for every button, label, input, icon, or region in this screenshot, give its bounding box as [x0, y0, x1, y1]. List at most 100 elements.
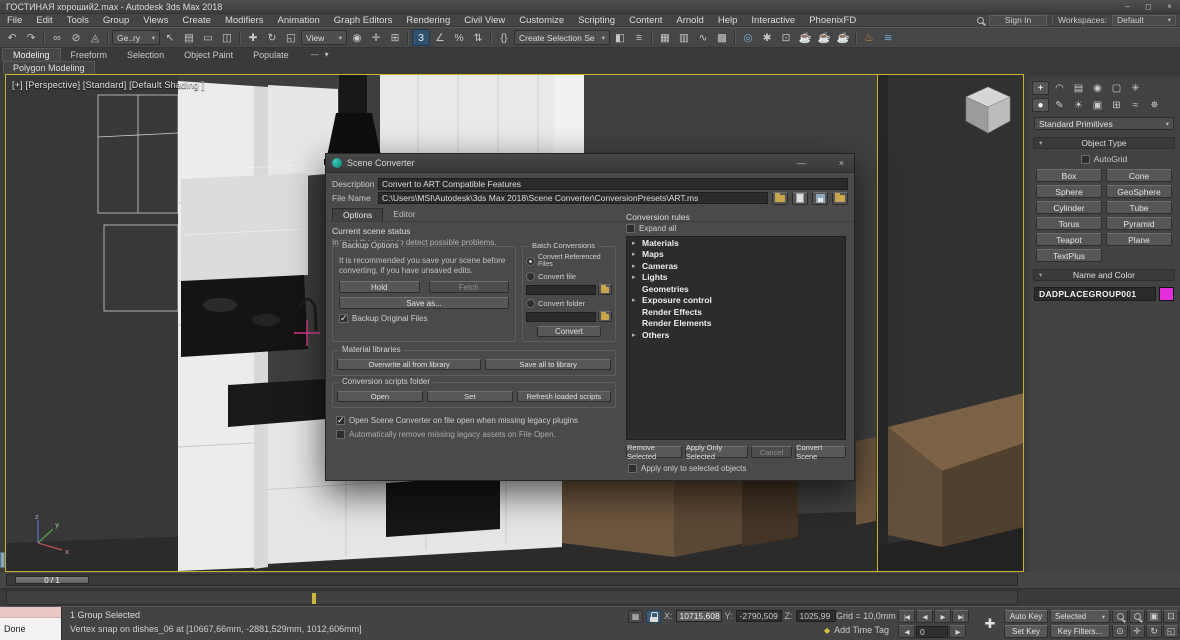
- mirror-icon[interactable]: ◧: [611, 29, 629, 46]
- utilities-tab-icon[interactable]: ✳: [1127, 81, 1144, 95]
- render-production-icon[interactable]: ☕: [796, 29, 814, 46]
- cameras-category-icon[interactable]: ▣: [1089, 98, 1106, 112]
- layer-explorer-icon[interactable]: ▦: [656, 29, 674, 46]
- secondary-viewport[interactable]: [877, 75, 1023, 571]
- modify-tab-icon[interactable]: ◠: [1051, 81, 1068, 95]
- ribbon-tab-modeling[interactable]: Modeling: [2, 48, 61, 61]
- close-icon[interactable]: ×: [1159, 0, 1180, 13]
- viewport-layout-tab-icon[interactable]: [0, 552, 5, 568]
- keyframe-marker[interactable]: [312, 593, 316, 604]
- zoom-icon[interactable]: [1112, 610, 1128, 623]
- tree-item-others[interactable]: ▸Others: [627, 329, 845, 341]
- curve-editor-icon[interactable]: ∿: [694, 29, 712, 46]
- track-bar-ruler[interactable]: [6, 590, 1018, 605]
- primitive-textplus-button[interactable]: TextPlus: [1036, 249, 1102, 262]
- render-iterative-icon[interactable]: ☕: [815, 29, 833, 46]
- convert-folder-radio[interactable]: [526, 299, 535, 308]
- unlink-selection-icon[interactable]: ⊘: [67, 29, 85, 46]
- new-preset-icon[interactable]: [792, 192, 808, 205]
- menu-file[interactable]: File: [0, 15, 29, 26]
- primitive-geosphere-button[interactable]: GeoSphere: [1106, 185, 1172, 198]
- tree-item-lights[interactable]: ▸Lights: [627, 272, 845, 284]
- menu-content[interactable]: Content: [622, 15, 669, 26]
- browse-folder-icon[interactable]: [772, 192, 788, 205]
- menu-interactive[interactable]: Interactive: [744, 15, 802, 26]
- previous-key-icon[interactable]: ◀: [898, 625, 915, 638]
- expand-arrow-icon[interactable]: ▸: [632, 296, 639, 304]
- go-to-start-icon[interactable]: |◀: [898, 610, 915, 623]
- scene-explorer-icon[interactable]: ▥: [675, 29, 693, 46]
- selection-filter-dropdown[interactable]: Ge..ry ▾: [112, 30, 160, 45]
- render-setup-icon[interactable]: ✱: [758, 29, 776, 46]
- select-object-icon[interactable]: ↖: [161, 29, 179, 46]
- refresh-scripts-button[interactable]: Refresh loaded scripts: [517, 391, 611, 402]
- convert-referenced-radio[interactable]: [526, 257, 535, 266]
- keyboard-override-icon[interactable]: ⊞: [386, 29, 404, 46]
- tree-item-maps[interactable]: ▸Maps: [627, 249, 845, 261]
- primitive-sphere-button[interactable]: Sphere: [1036, 185, 1102, 198]
- primitive-torus-button[interactable]: Torus: [1036, 217, 1102, 230]
- window-crossing-icon[interactable]: ◫: [218, 29, 236, 46]
- x-coordinate-field[interactable]: 10715,608: [676, 610, 722, 622]
- menu-civil-view[interactable]: Civil View: [457, 15, 512, 26]
- open-on-missing-checkbox[interactable]: [336, 416, 345, 425]
- restore-icon[interactable]: ◻: [1138, 0, 1159, 13]
- name-and-color-rollout[interactable]: ▾ Name and Color: [1033, 269, 1175, 281]
- script-file-icon[interactable]: [832, 192, 848, 205]
- browse-folder-folder-icon[interactable]: [598, 311, 612, 322]
- reference-coordinate-dropdown[interactable]: View ▾: [301, 30, 347, 45]
- maxscript-mini-listener[interactable]: Done: [0, 607, 62, 640]
- workspace-dropdown[interactable]: Default ▾: [1112, 15, 1176, 26]
- auto-remove-checkbox[interactable]: [336, 430, 345, 439]
- select-and-link-icon[interactable]: ∞: [48, 29, 66, 46]
- play-animation-icon[interactable]: ▶: [934, 610, 951, 623]
- primitive-pyramid-button[interactable]: Pyramid: [1106, 217, 1172, 230]
- convert-button[interactable]: Convert: [537, 326, 601, 337]
- snaps-toggle-icon[interactable]: 3: [412, 29, 430, 46]
- auto-key-button[interactable]: Auto Key: [1004, 610, 1048, 623]
- rendered-frame-window-icon[interactable]: ⊡: [777, 29, 795, 46]
- primitive-cylinder-button[interactable]: Cylinder: [1036, 201, 1102, 214]
- primitive-box-button[interactable]: Box: [1036, 169, 1102, 182]
- systems-category-icon[interactable]: ✵: [1146, 98, 1163, 112]
- viewport-label[interactable]: [+] [Perspective] [Standard] [Default Sh…: [12, 80, 204, 90]
- spinner-snap-icon[interactable]: ⇅: [469, 29, 487, 46]
- primitive-teapot-button[interactable]: Teapot: [1036, 233, 1102, 246]
- expand-arrow-icon[interactable]: ▸: [632, 239, 639, 247]
- object-color-swatch[interactable]: [1159, 287, 1174, 301]
- apply-only-selected-button[interactable]: Apply Only Selected: [685, 446, 748, 458]
- zoom-region-icon[interactable]: ⊡: [1163, 610, 1179, 623]
- align-icon[interactable]: ≡: [630, 29, 648, 46]
- pan-view-icon[interactable]: ✛: [1129, 625, 1145, 638]
- geometry-category-icon[interactable]: ●: [1032, 98, 1049, 112]
- primitive-cone-button[interactable]: Cone: [1106, 169, 1172, 182]
- undo-icon[interactable]: ↶: [3, 29, 21, 46]
- rectangular-selection-icon[interactable]: ▭: [199, 29, 217, 46]
- menu-group[interactable]: Group: [96, 15, 136, 26]
- save-as-button[interactable]: Save as...: [339, 297, 509, 309]
- menu-animation[interactable]: Animation: [271, 15, 327, 26]
- ribbon-tab-freeform[interactable]: Freeform: [61, 48, 118, 61]
- hierarchy-tab-icon[interactable]: ▤: [1070, 81, 1087, 95]
- convert-scene-button[interactable]: Convert Scene: [795, 446, 846, 458]
- tree-item-materials[interactable]: ▸Materials: [627, 237, 845, 249]
- menu-arnold[interactable]: Arnold: [669, 15, 710, 26]
- macro-recorder-strip[interactable]: [0, 607, 61, 618]
- search-icon[interactable]: [977, 17, 984, 24]
- menu-views[interactable]: Views: [136, 15, 175, 26]
- redo-icon[interactable]: ↷: [22, 29, 40, 46]
- ribbon-tab-object-paint[interactable]: Object Paint: [174, 48, 243, 61]
- set-button[interactable]: Set: [427, 391, 513, 402]
- field-of-view-icon[interactable]: ⊙: [1112, 625, 1128, 638]
- browse-file-folder-icon[interactable]: [598, 284, 612, 295]
- autogrid-checkbox[interactable]: [1081, 155, 1090, 164]
- menu-tools[interactable]: Tools: [60, 15, 96, 26]
- hold-button[interactable]: Hold: [339, 281, 420, 293]
- y-coordinate-field[interactable]: -2790,509: [736, 610, 782, 622]
- apply-to-selected-checkbox[interactable]: [628, 464, 637, 473]
- expand-arrow-icon[interactable]: ▸: [632, 262, 639, 270]
- use-pivot-center-icon[interactable]: ◉: [348, 29, 366, 46]
- object-type-rollout[interactable]: ▾ Object Type: [1033, 137, 1175, 149]
- ribbon-tab-populate[interactable]: Populate: [243, 48, 299, 61]
- save-library-button[interactable]: Save all to library: [485, 359, 611, 370]
